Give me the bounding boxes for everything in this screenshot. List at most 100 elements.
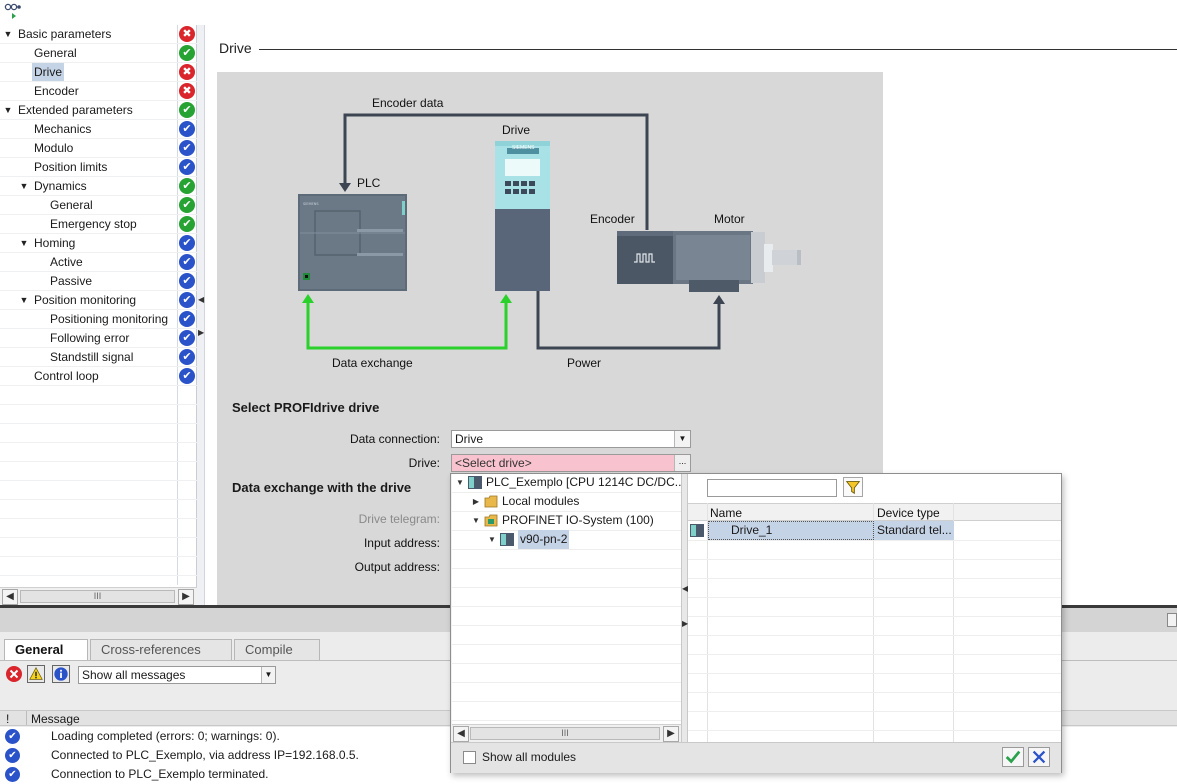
expand-arrow-icon[interactable]: ▼ xyxy=(18,177,30,196)
drive-module-icon xyxy=(690,524,704,537)
expand-arrow-icon[interactable]: ▶ xyxy=(471,492,481,511)
expand-arrow-icon[interactable]: ▼ xyxy=(2,101,14,120)
row-separator xyxy=(452,549,681,550)
nav-item[interactable]: ▼ Extended parameters xyxy=(0,101,178,120)
scroll-left-button[interactable]: ◀ xyxy=(2,589,18,605)
row-separator xyxy=(0,461,197,462)
data-connection-label: Data connection: xyxy=(349,432,440,446)
scroll-right-button[interactable]: ▶ xyxy=(178,589,194,605)
filter-funnel-icon[interactable] xyxy=(843,477,863,497)
nav-item-label: Position monitoring xyxy=(34,293,137,307)
tree-item[interactable]: ▼ PROFINET IO-System (100) xyxy=(452,511,681,530)
row-separator xyxy=(452,682,681,683)
scroll-left-button[interactable]: ◀ xyxy=(453,726,469,742)
nav-item-label: General xyxy=(50,198,93,212)
message-filter-dropdown[interactable]: Show all messages ▼ xyxy=(78,666,276,684)
encoder-label: Encoder xyxy=(590,212,635,226)
search-input[interactable] xyxy=(707,479,837,497)
nav-item[interactable]: General xyxy=(0,196,178,215)
row-separator xyxy=(452,568,681,569)
expand-arrow-icon[interactable]: ▼ xyxy=(18,291,30,310)
show-all-modules-checkbox[interactable] xyxy=(463,751,476,764)
info-status-icon: ✔ xyxy=(179,254,195,270)
row-separator xyxy=(0,195,197,196)
nav-item[interactable]: Drive xyxy=(0,63,178,82)
row-separator xyxy=(0,518,197,519)
nav-item[interactable]: Control loop xyxy=(0,367,178,386)
tree-item[interactable]: ▶ Local modules xyxy=(452,492,681,511)
error-filter-icon[interactable] xyxy=(5,665,23,683)
restore-icon[interactable] xyxy=(1167,613,1177,627)
scroll-thumb[interactable]: III xyxy=(470,727,660,740)
device-type-column-header[interactable]: Device type xyxy=(877,506,940,520)
row-separator xyxy=(0,81,197,82)
nav-item[interactable]: ▼ Homing xyxy=(0,234,178,253)
row-separator xyxy=(0,138,197,139)
nav-item[interactable]: Passive xyxy=(0,272,178,291)
confirm-checkmark-icon[interactable] xyxy=(1002,747,1024,767)
nav-item[interactable]: Standstill signal xyxy=(0,348,178,367)
expand-arrow-icon[interactable]: ▼ xyxy=(18,234,30,253)
message-column-header[interactable]: Message xyxy=(31,712,80,726)
expand-arrow-icon[interactable]: ▼ xyxy=(471,511,481,530)
table-row[interactable]: Drive_1 Standard tel... xyxy=(688,521,954,540)
tree-item[interactable]: ▼ v90-pn-2 xyxy=(452,530,681,549)
tree-horizontal-scrollbar[interactable]: ◀ III ▶ xyxy=(452,724,681,742)
nav-item[interactable]: ▼ Position monitoring xyxy=(0,291,178,310)
data-connection-value: Drive xyxy=(455,432,484,446)
nav-item-label: Emergency stop xyxy=(50,217,137,231)
chevron-down-icon[interactable]: ▼ xyxy=(261,667,275,683)
severity-column-header[interactable]: ! xyxy=(6,712,9,726)
tab-compile[interactable]: Compile xyxy=(234,639,320,661)
ok-status-icon: ✔ xyxy=(179,197,195,213)
nav-item[interactable]: Position limits xyxy=(0,158,178,177)
encoder-data-arrow xyxy=(339,183,351,192)
expand-right-icon[interactable]: ▶ xyxy=(198,328,204,337)
tab-general[interactable]: General xyxy=(4,639,88,661)
drive-name-cell[interactable]: Drive_1 xyxy=(708,521,874,540)
nav-item[interactable]: Encoder xyxy=(0,82,178,101)
info-status-icon: ✔ xyxy=(179,140,195,156)
expand-arrow-icon[interactable]: ▼ xyxy=(2,25,14,44)
axis-tech-object-icon[interactable] xyxy=(4,2,22,20)
nav-item[interactable]: Active xyxy=(0,253,178,272)
data-connection-dropdown[interactable]: Drive ▼ xyxy=(451,430,691,448)
tree-item[interactable]: ▼ PLC_Exemplo [CPU 1214C DC/DC... xyxy=(452,473,685,492)
popup-pane-splitter[interactable]: ◀ ▶ xyxy=(681,474,688,742)
nav-item[interactable]: Emergency stop xyxy=(0,215,178,234)
nav-item[interactable]: Modulo xyxy=(0,139,178,158)
nav-item[interactable]: ▼ Basic parameters xyxy=(0,25,178,44)
name-column-header[interactable]: Name xyxy=(710,506,742,520)
error-status-icon: ✖ xyxy=(179,64,195,80)
motor-label: Motor xyxy=(714,212,745,226)
nav-item[interactable]: Positioning monitoring xyxy=(0,310,178,329)
nav-item[interactable]: ▼ Dynamics xyxy=(0,177,178,196)
nav-horizontal-scrollbar[interactable]: ◀ III ▶ xyxy=(0,587,197,605)
info-filter-icon[interactable] xyxy=(52,665,70,683)
info-status-icon: ✔ xyxy=(179,330,195,346)
expand-arrow-icon[interactable]: ▼ xyxy=(487,530,497,549)
folder-icon xyxy=(484,495,498,508)
warning-filter-icon[interactable] xyxy=(27,665,45,683)
row-separator xyxy=(0,404,197,405)
nav-item[interactable]: Following error xyxy=(0,329,178,348)
tree-item-label: PLC_Exemplo [CPU 1214C DC/DC... xyxy=(486,475,685,489)
row-separator xyxy=(0,480,197,481)
scroll-right-button[interactable]: ▶ xyxy=(663,726,679,742)
expand-arrow-icon[interactable]: ▼ xyxy=(455,473,465,492)
tab-cross-references[interactable]: Cross-references xyxy=(90,639,232,661)
cancel-x-icon[interactable] xyxy=(1028,747,1050,767)
browse-button[interactable]: ... xyxy=(674,455,690,471)
pane-splitter[interactable]: ◀ ▶ xyxy=(197,25,205,607)
drive-selector-field[interactable]: <Select drive> ... xyxy=(451,454,691,472)
collapse-left-icon[interactable]: ◀ xyxy=(198,295,204,304)
nav-item[interactable]: General xyxy=(0,44,178,63)
scroll-thumb[interactable]: III xyxy=(20,590,175,603)
chevron-down-icon[interactable]: ▼ xyxy=(674,431,690,447)
nav-item-label: Positioning monitoring xyxy=(50,312,169,326)
device-type-cell[interactable]: Standard tel... xyxy=(874,521,954,540)
show-all-modules-label[interactable]: Show all modules xyxy=(482,750,576,764)
plc-device-icon xyxy=(468,476,482,489)
nav-item-label: Encoder xyxy=(34,84,79,98)
nav-item[interactable]: Mechanics xyxy=(0,120,178,139)
